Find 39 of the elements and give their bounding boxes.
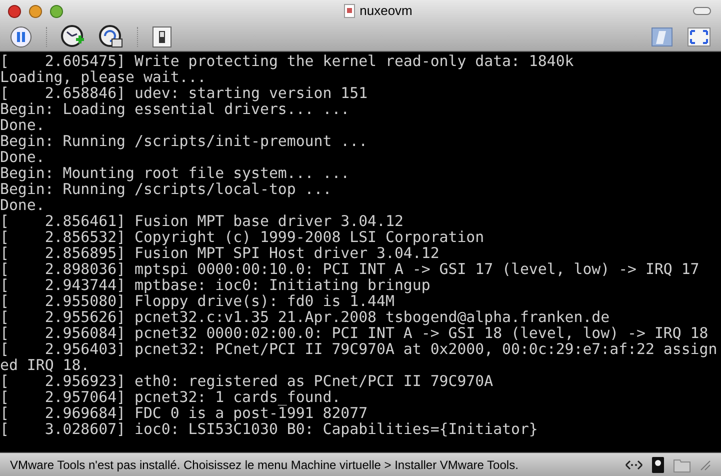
clock-plus-icon[interactable] bbox=[61, 24, 85, 48]
switch-icon[interactable] bbox=[152, 26, 172, 48]
console-line: [ 2.955080] Floppy drive(s): fd0 is 1.44M bbox=[0, 293, 394, 309]
console-line: [ 2.957064] pcnet32: 1 cards_found. bbox=[0, 389, 341, 405]
window-title: nuxeovm bbox=[360, 2, 412, 20]
console-line: Loading, please wait... bbox=[0, 69, 206, 85]
console-line: [ 2.956403] pcnet32: PCnet/PCI II 79C970A at 0x2000, 00:0c:29:e7:af:22 assign bbox=[0, 341, 718, 357]
console-line: [ 2.898036] mptspi 0000:00:10.0: PCI INT A -> GSI 17 (level, low) -> IRQ 17 bbox=[0, 261, 700, 277]
console-line: Begin: Mounting root file system... ... bbox=[0, 165, 350, 181]
console-line: [ 2.856895] Fusion MPT SPI Host driver 3.04.12 bbox=[0, 245, 440, 261]
console-line: ed IRQ 18. bbox=[0, 357, 90, 373]
console-line: [ 2.658846] udev: starting version 151 bbox=[0, 85, 368, 101]
console-line: [ 2.605475] Write protecting the kernel read-only data: 1840k bbox=[0, 53, 574, 69]
toolbar-toggle-button[interactable] bbox=[693, 7, 711, 15]
console-line: Done. bbox=[0, 149, 45, 165]
resize-grip-icon[interactable] bbox=[699, 458, 711, 470]
close-button[interactable] bbox=[8, 4, 21, 18]
console-line: [ 2.969684] FDC 0 is a post-1991 82077 bbox=[0, 405, 368, 421]
minimize-button[interactable] bbox=[29, 4, 42, 18]
console-line: [ 3.028607] ioc0: LSI53C1030 B0: Capabilities={Initiator} bbox=[0, 421, 538, 437]
console-line: [ 2.956084] pcnet32 0000:02:00.0: PCI INT A -> GSI 18 (level, low) -> IRQ 18 bbox=[0, 325, 708, 341]
status-message: VMware Tools n'est pas installé. Choisissez le menu Machine virtuelle > Installer VMware Tools. bbox=[10, 456, 520, 474]
console-line: Begin: Running /scripts/init-premount ... bbox=[0, 133, 368, 149]
console-line: [ 2.856461] Fusion MPT base driver 3.04.12 bbox=[0, 213, 404, 229]
console-line: Done. bbox=[0, 197, 45, 213]
console-line: [ 2.956923] eth0: registered as PCnet/PCI II 79C970A bbox=[0, 373, 494, 389]
console-line: [ 2.955626] pcnet32.c:v1.35 21.Apr.2008 tsbogend@alpha.franken.de bbox=[0, 309, 610, 325]
network-arrows-icon[interactable] bbox=[625, 460, 643, 470]
console-line: Done. bbox=[0, 117, 45, 133]
zoom-button[interactable] bbox=[50, 4, 63, 18]
console-line: [ 2.856532] Copyright (c) 1999-2008 LSI Corporation bbox=[0, 229, 484, 245]
clock-grid-icon[interactable] bbox=[99, 24, 123, 48]
fullscreen-icon[interactable] bbox=[687, 26, 711, 46]
console-line: [ 2.943744] mptbase: ioc0: Initiating bringup bbox=[0, 277, 430, 293]
document-icon bbox=[344, 4, 355, 18]
console-line: Begin: Loading essential drivers... ... bbox=[0, 101, 350, 117]
pause-icon[interactable] bbox=[10, 26, 32, 48]
console-line: Begin: Running /scripts/local-top ... bbox=[0, 181, 332, 197]
panel-icon[interactable] bbox=[651, 26, 673, 46]
